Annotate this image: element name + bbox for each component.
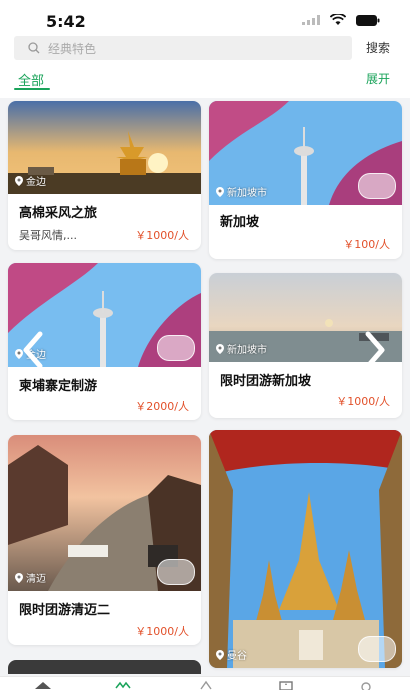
location-pin-icon [15, 175, 23, 186]
trip-price: ￥100/人 [343, 238, 390, 251]
search-icon [28, 42, 40, 54]
battery-icon [356, 14, 380, 26]
trip-image: 金边 [8, 101, 201, 194]
trip-image: 曼谷 [209, 430, 402, 668]
trip-title: 限时团游新加坡 [220, 374, 312, 389]
search-button[interactable]: 搜索 [366, 39, 390, 56]
trip-title: 新加坡 [220, 215, 260, 230]
trip-title: 高棉采风之旅 [19, 206, 98, 221]
trip-card[interactable]: 清迈 限时团游清迈二 ￥1000/人 [8, 435, 201, 645]
status-time: 5:42 [46, 12, 86, 31]
tab-underline [14, 88, 50, 90]
wifi-icon [330, 14, 346, 25]
search-input[interactable]: 经典特色 [14, 36, 352, 60]
next-card-peek [8, 660, 201, 674]
expand-link[interactable]: 展开 [366, 70, 390, 87]
location-name: 曼谷 [227, 651, 247, 662]
location-tag: 清迈 [15, 570, 46, 585]
location-pin-icon [216, 649, 224, 660]
next-arrow-icon[interactable] [362, 330, 388, 370]
status-icons [302, 14, 380, 26]
prev-arrow-icon[interactable] [20, 330, 46, 370]
location-pin-icon [15, 572, 23, 583]
trip-card[interactable]: 曼谷 [209, 430, 402, 668]
location-tag: 新加坡市 [216, 341, 267, 356]
badge-icon [157, 559, 195, 585]
badge-icon [358, 173, 396, 199]
badge-icon [157, 335, 195, 361]
location-name: 清迈 [26, 574, 46, 585]
trip-price: ￥1000/人 [336, 395, 390, 408]
search-placeholder: 经典特色 [48, 41, 97, 56]
status-bar: 5:42 [0, 0, 410, 36]
trip-price: ￥2000/人 [135, 400, 189, 413]
trip-price: ￥1000/人 [135, 229, 189, 242]
location-name: 新加坡市 [227, 188, 267, 199]
location-tag: 新加坡市 [216, 184, 267, 199]
trip-subtitle: 吴哥风情,... [19, 229, 77, 242]
location-tag: 金边 [15, 173, 46, 188]
signal-icon [302, 15, 320, 25]
location-tag: 曼谷 [216, 647, 247, 662]
bottom-tab-bar [0, 676, 410, 690]
location-pin-icon [216, 186, 224, 197]
location-name: 金边 [26, 177, 46, 188]
location-pin-icon [216, 343, 224, 354]
badge-icon [358, 636, 396, 662]
trip-title: 限时团游清迈二 [19, 603, 111, 618]
header: 经典特色 搜索 全部 展开 [0, 36, 410, 98]
trip-card[interactable]: 新加坡市 新加坡 ￥100/人 [209, 101, 402, 259]
trip-image: 新加坡市 [209, 101, 402, 205]
trip-card[interactable]: 金边 高棉采风之旅 吴哥风情,... ￥1000/人 [8, 101, 201, 250]
location-name: 新加坡市 [227, 345, 267, 356]
trip-title: 柬埔寨定制游 [19, 379, 98, 394]
trip-price: ￥1000/人 [135, 625, 189, 638]
trip-image: 清迈 [8, 435, 201, 591]
tab-all[interactable]: 全部 [18, 70, 44, 89]
